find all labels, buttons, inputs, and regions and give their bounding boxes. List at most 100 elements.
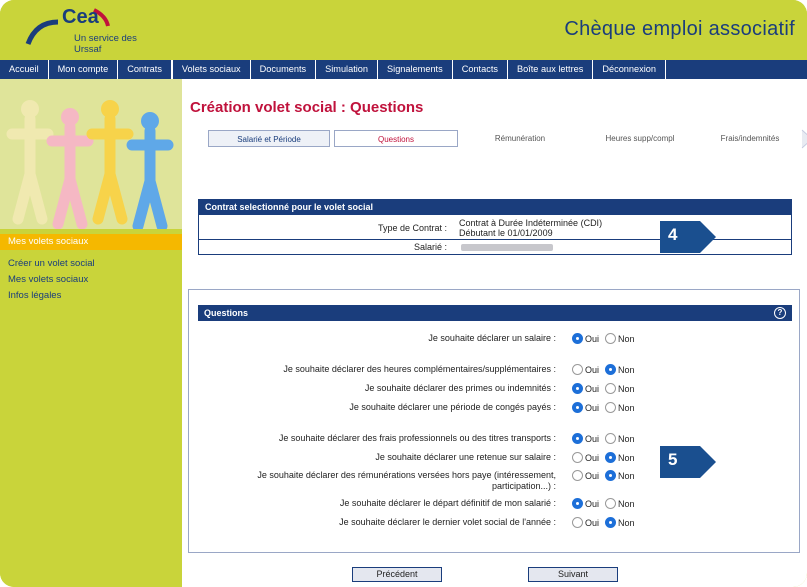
question-row: Je souhaite déclarer une période de cong… (198, 402, 792, 416)
question-row: Je souhaite déclarer des heures compléme… (198, 364, 792, 378)
main-content: Création volet social : Questions Salari… (182, 79, 807, 587)
question-label: Je souhaite déclarer des heures compléme… (283, 364, 556, 374)
radio-oui[interactable] (572, 402, 583, 413)
logo-subtitle: Un service des Urssaf (74, 33, 137, 55)
app-title: Chèque emploi associatif (564, 18, 795, 40)
radio-non[interactable] (605, 364, 617, 375)
sidebar-link-creer-volet[interactable]: Créer un volet social (8, 258, 95, 269)
answer-radio-group: Oui Non (572, 452, 641, 463)
nav-signalements[interactable]: Signalements (378, 60, 453, 79)
radio-label-non: Non (618, 452, 635, 463)
radio-non[interactable] (605, 498, 617, 509)
help-icon[interactable]: ? (774, 307, 786, 319)
step-frais-indemnites[interactable]: Frais/indemnités (702, 130, 798, 147)
radio-label-non: Non (618, 402, 635, 413)
question-label: Je souhaite déclarer le dernier volet so… (339, 517, 556, 527)
sidebar-link-mes-volets[interactable]: Mes volets sociaux (8, 274, 88, 285)
radio-label-oui: Oui (585, 364, 600, 375)
answer-radio-group: Oui Non (572, 517, 641, 528)
people-figures-icon (0, 79, 182, 229)
header: Cea Un service des Urssaf Chèque emploi … (0, 0, 807, 60)
radio-oui[interactable] (572, 498, 583, 509)
nav-simulation[interactable]: Simulation (316, 60, 379, 79)
radio-oui[interactable] (572, 333, 583, 344)
nav-documents[interactable]: Documents (251, 60, 317, 79)
radio-label-non: Non (618, 498, 635, 509)
question-row: Je souhaite déclarer le dernier volet so… (198, 517, 792, 531)
radio-non[interactable] (605, 452, 617, 463)
previous-button[interactable]: Précédent (352, 567, 442, 582)
radio-label-oui: Oui (585, 433, 600, 444)
radio-oui[interactable] (572, 517, 583, 528)
app-frame: Cea Un service des Urssaf Chèque emploi … (0, 0, 807, 587)
sidebar-section-header: Mes volets sociaux (0, 234, 182, 250)
radio-label-non: Non (618, 433, 635, 444)
question-row: Je souhaite déclarer des frais professio… (198, 433, 792, 447)
question-label: Je souhaite déclarer des primes ou indem… (364, 383, 556, 393)
question-row: Je souhaite déclarer un salaire : Oui Non (198, 333, 792, 347)
question-label: Je souhaite déclarer des frais professio… (278, 433, 556, 443)
contract-type-label: Type de Contrat : (377, 223, 447, 233)
radio-oui[interactable] (572, 452, 583, 463)
nav-deconnexion[interactable]: Déconnexion (593, 60, 666, 79)
wizard-steps: Salarié et Période Questions Rémunératio… (208, 127, 807, 151)
radio-non[interactable] (605, 402, 617, 413)
next-button[interactable]: Suivant (528, 567, 618, 582)
chevron-right-icon (801, 129, 807, 149)
employee-label: Salarié : (413, 242, 447, 252)
radio-non[interactable] (605, 383, 617, 394)
nav-volets-sociaux[interactable]: Volets sociaux (171, 60, 251, 79)
question-label: Je souhaite déclarer un salaire : (428, 333, 556, 343)
answer-radio-group: Oui Non (572, 470, 641, 481)
radio-label-non: Non (618, 333, 635, 344)
nav-mon-compte[interactable]: Mon compte (49, 60, 119, 79)
radio-oui[interactable] (572, 364, 583, 375)
step-salarie-periode[interactable]: Salarié et Période (208, 130, 330, 147)
radio-label-non: Non (618, 470, 635, 481)
nav-contacts[interactable]: Contacts (453, 60, 508, 79)
radio-non[interactable] (605, 333, 617, 344)
step-heures-supp[interactable]: Heures supp/compl (582, 130, 698, 147)
contract-start-date: Débutant le 01/01/2009 (459, 228, 553, 238)
radio-label-oui: Oui (585, 402, 600, 413)
radio-label-non: Non (618, 364, 635, 375)
radio-oui[interactable] (572, 383, 583, 394)
page-title: Création volet social : Questions (190, 99, 424, 116)
questions-panel: Questions ? Je souhaite déclarer un sala… (198, 305, 792, 551)
radio-non[interactable] (605, 433, 617, 444)
radio-non[interactable] (605, 470, 617, 481)
nav-accueil[interactable]: Accueil (0, 60, 49, 79)
radio-oui[interactable] (572, 433, 583, 444)
step-badge-5: 5 (660, 446, 716, 478)
nav-boite-aux-lettres[interactable]: Boîte aux lettres (508, 60, 594, 79)
cea-logo[interactable]: Cea Un service des Urssaf (22, 4, 152, 56)
step-badge-4: 4 (660, 221, 716, 253)
answer-radio-group: Oui Non (572, 402, 641, 413)
question-row: Je souhaite déclarer des primes ou indem… (198, 383, 792, 397)
radio-label-oui: Oui (585, 470, 600, 481)
main-nav: Accueil Mon compte Contrats Volets socia… (0, 60, 807, 79)
question-label: Je souhaite déclarer une période de cong… (349, 402, 556, 412)
answer-radio-group: Oui Non (572, 364, 641, 375)
people-illustration (0, 79, 182, 229)
radio-label-oui: Oui (585, 498, 600, 509)
employee-name-redacted (461, 244, 553, 251)
sidebar: Mes volets sociaux Créer un volet social… (0, 79, 182, 587)
step-remuneration[interactable]: Rémunération (462, 130, 578, 147)
nav-contrats[interactable]: Contrats (118, 60, 172, 79)
radio-label-oui: Oui (585, 517, 600, 528)
step-questions[interactable]: Questions (334, 130, 458, 147)
badge-number: 4 (668, 225, 678, 244)
question-row: Je souhaite déclarer le départ définitif… (198, 498, 792, 512)
answer-radio-group: Oui Non (572, 433, 641, 444)
radio-oui[interactable] (572, 470, 583, 481)
radio-label-non: Non (618, 383, 635, 394)
question-label: Je souhaite déclarer le départ définitif… (339, 498, 556, 508)
questions-panel-header: Questions ? (198, 305, 792, 321)
logo-text: Cea (62, 6, 99, 28)
answer-radio-group: Oui Non (572, 498, 641, 509)
question-label-continued: participation...) : (491, 481, 556, 491)
sidebar-link-infos-legales[interactable]: Infos légales (8, 290, 61, 301)
radio-non[interactable] (605, 517, 617, 528)
questions-title: Questions (204, 308, 249, 318)
